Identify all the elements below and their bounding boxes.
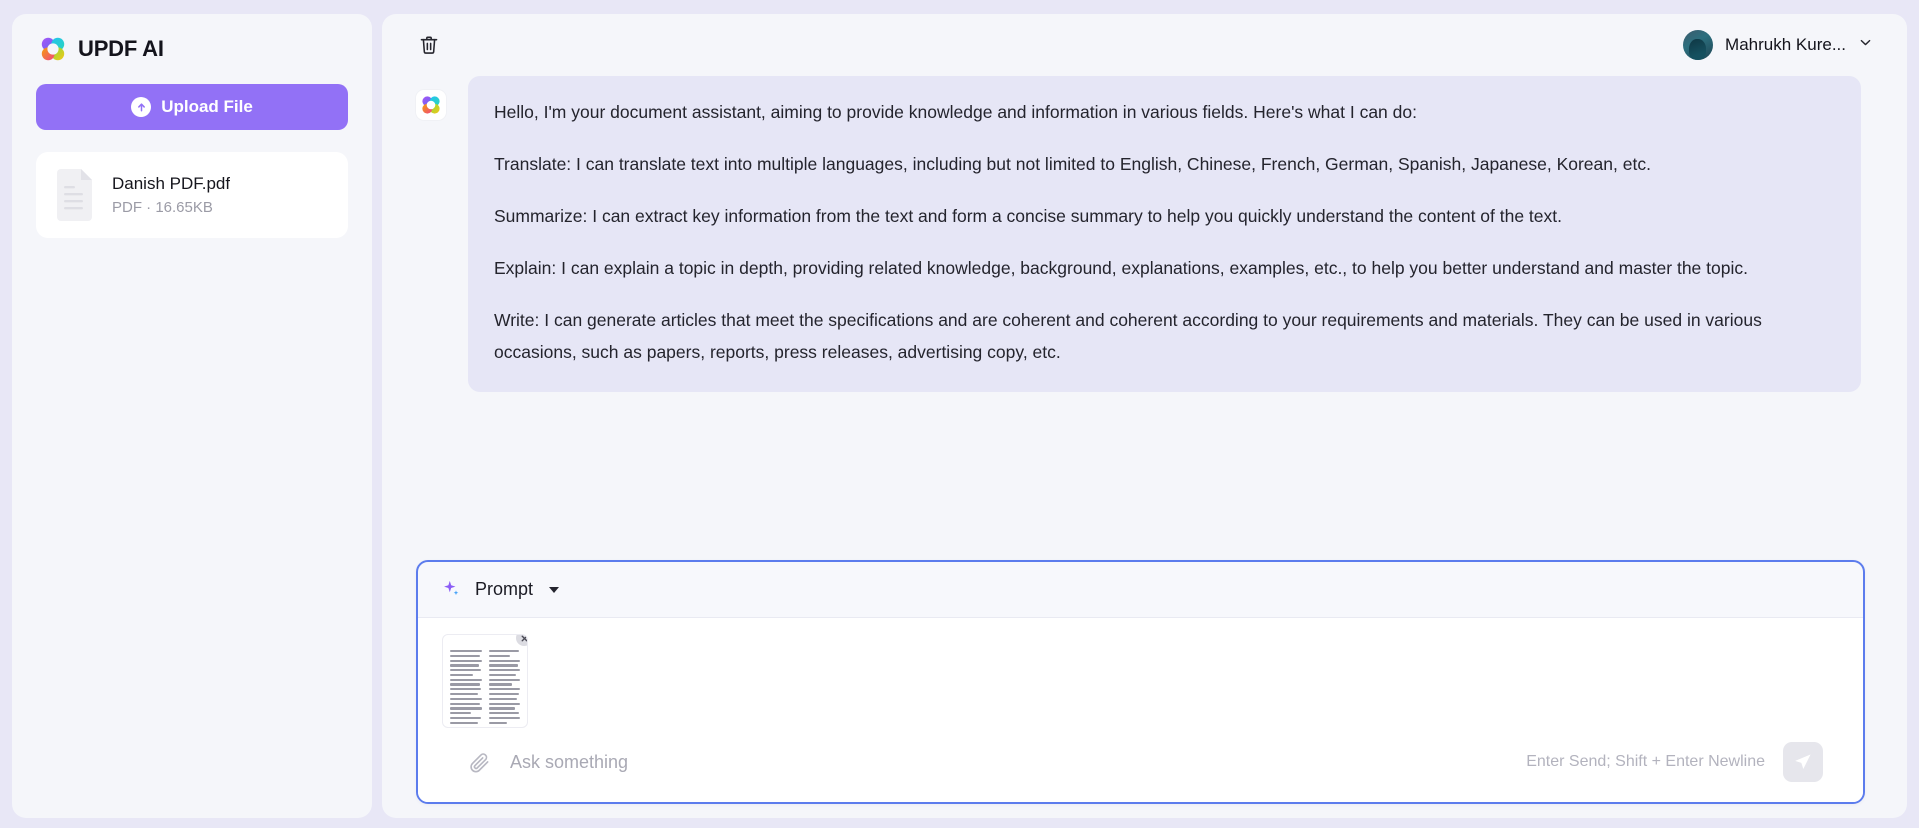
sparkle-icon [442,579,461,601]
message-bubble: Hello, I'm your document assistant, aimi… [468,76,1861,392]
upload-file-button[interactable]: Upload File [36,84,348,130]
input-row: Enter Send; Shift + Enter Newline [442,728,1839,802]
upload-file-label: Upload File [161,97,253,116]
ask-input[interactable] [510,751,1509,773]
chevron-down-icon [1858,35,1873,55]
assistant-flower-icon [416,90,446,120]
prompt-bar: Prompt [418,562,1863,618]
send-hint: Enter Send; Shift + Enter Newline [1526,753,1765,770]
send-plane-icon[interactable] [1783,742,1823,782]
message-paragraph: Explain: I can explain a topic in depth,… [494,258,1748,278]
caret-down-icon [549,586,560,593]
brand-title: UPDF AI [78,36,164,61]
sidebar: UPDF AI Upload File Danish PDF.pdf PDF ·… [12,14,372,818]
message-paragraph: Translate: I can translate text into mul… [494,154,1651,174]
trash-icon[interactable] [412,28,446,62]
file-card[interactable]: Danish PDF.pdf PDF · 16.65KB [36,152,348,238]
prompt-selector-button[interactable]: Prompt [442,579,560,601]
prompt-label: Prompt [475,579,534,599]
thumb-column [488,650,520,724]
brand: UPDF AI [36,36,348,62]
file-meta-text: PDF · 16.65KB [112,199,213,216]
message-paragraph: Summarize: I can extract key information… [494,206,1563,226]
file-meta: Danish PDF.pdf PDF · 16.65KB [112,174,230,216]
close-icon[interactable] [514,635,527,648]
thumb-column [450,650,482,724]
document-file-icon [52,169,96,221]
avatar [1683,30,1714,60]
assistant-message: Hello, I'm your document assistant, aimi… [416,76,1865,392]
app-root: UPDF AI Upload File Danish PDF.pdf PDF ·… [0,0,1919,828]
thumb-columns [450,650,520,724]
main-panel: Mahrukh Kure... Hello, I'm your document… [382,14,1907,818]
composer-wrap: Prompt Ask something Enter Send; Shift +… [382,534,1907,804]
attachment-thumbnail[interactable] [442,634,528,728]
composer: Prompt Ask something Enter Send; Shift +… [416,560,1865,804]
file-name: Danish PDF.pdf [112,174,231,193]
upload-arrow-icon [131,97,152,117]
flower-logo-icon [40,36,66,62]
user-menu[interactable]: Mahrukh Kure... [1683,30,1873,60]
composer-body: Enter Send; Shift + Enter Newline [418,618,1863,802]
message-paragraph: Write: I can generate articles that meet… [494,310,1762,362]
user-name: Mahrukh Kure... [1725,35,1846,54]
conversation: Hello, I'm your document assistant, aimi… [382,76,1907,534]
message-paragraph: Hello, I'm your document assistant, aimi… [494,102,1417,122]
paperclip-icon[interactable] [466,749,492,775]
main-header: Mahrukh Kure... [382,14,1907,76]
